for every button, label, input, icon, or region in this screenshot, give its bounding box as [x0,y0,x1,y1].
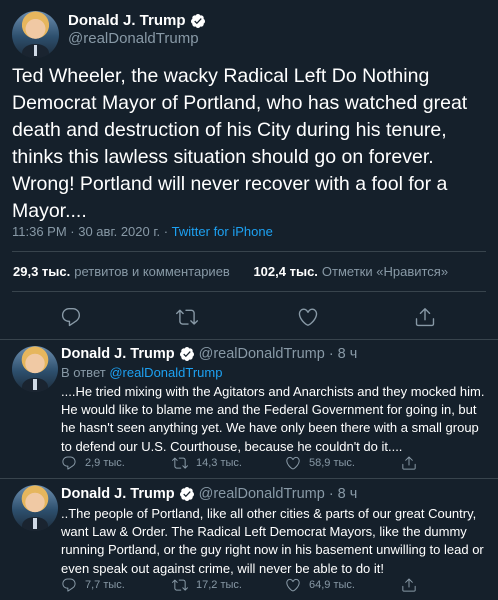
retweet-icon [172,577,188,593]
divider [12,291,486,292]
retweet-count: 14,3 тыс. [196,457,242,469]
share-icon [401,577,417,593]
divider [12,251,486,252]
like-count: 64,9 тыс. [309,579,355,591]
heart-icon[interactable] [297,306,319,328]
avatar[interactable] [12,11,59,58]
likes-count: 102,4 тыс. [253,264,318,279]
reply-to-link[interactable]: @realDonaldTrump [109,365,222,380]
reply-icon [61,455,77,471]
reply-to: В ответ @realDonaldTrump [61,365,222,380]
tweet-timestamp[interactable]: 11:36 PM · 30 авг. 2020 г. · [12,224,172,239]
tweet-action-bar: 7,7 тыс. 17,2 тыс. 64,9 тыс. [61,577,481,595]
heart-icon [285,577,301,593]
tweet-stats: 29,3 тыс. ретвитов и комментариев 102,4 т… [13,264,448,279]
avatar[interactable] [12,485,58,531]
retweet-icon [172,455,188,471]
likes-label: Отметки «Нравится» [321,264,449,279]
author-name[interactable]: Donald J. Trump [68,12,186,29]
share-button[interactable] [401,577,425,593]
author-handle-time[interactable]: @realDonaldTrump · 8 ч [199,486,358,502]
share-icon [401,455,417,471]
tweet-meta: 11:36 PM · 30 авг. 2020 г. · Twitter for… [12,224,273,239]
like-button[interactable]: 64,9 тыс. [285,577,355,593]
reply-count: 7,7 тыс. [85,579,125,591]
retweet-count: 17,2 тыс. [196,579,242,591]
share-button[interactable] [401,455,425,471]
retweet-button[interactable]: 17,2 тыс. [172,577,242,593]
tweet-source-link[interactable]: Twitter for iPhone [172,224,273,239]
author-handle[interactable]: @realDonaldTrump [68,30,199,47]
tweet-text: ..The people of Portland, like all other… [61,506,484,576]
author-row: Donald J. Trump @realDonaldTrump · 8 ч [61,346,357,362]
tweet-action-bar: 2,9 тыс. 14,3 тыс. 58,9 тыс. [61,455,481,473]
reply-count: 2,9 тыс. [85,457,125,469]
share-icon[interactable] [414,306,436,328]
author-handle-row: @realDonaldTrump [68,30,199,47]
reply-tweet[interactable]: Donald J. Trump @realDonaldTrump · 8 ч .… [0,479,498,600]
reply-icon [61,577,77,593]
reply-button[interactable]: 7,7 тыс. [61,577,125,593]
verified-badge-icon [190,13,206,29]
author-name[interactable]: Donald J. Trump [61,346,175,362]
tweet-text: ....He tried mixing with the Agitators a… [61,384,485,454]
reply-tweet[interactable]: Donald J. Trump @realDonaldTrump · 8 ч В… [0,340,498,478]
author-row: Donald J. Trump @realDonaldTrump · 8 ч [61,486,357,502]
like-count: 58,9 тыс. [309,457,355,469]
author-row: Donald J. Trump [68,12,206,29]
retweets-count: 29,3 тыс. [13,264,71,279]
retweets-stat[interactable]: 29,3 тыс. ретвитов и комментариев [13,264,230,279]
reply-to-prefix: В ответ [61,365,110,380]
heart-icon [285,455,301,471]
author-name[interactable]: Donald J. Trump [61,486,175,502]
tweet-text: Ted Wheeler, the wacky Radical Left Do N… [12,65,468,222]
like-button[interactable]: 58,9 тыс. [285,455,355,471]
retweet-icon[interactable] [176,306,198,328]
retweets-label: ретвитов и комментариев [74,264,230,279]
avatar[interactable] [12,346,58,392]
author-handle-time[interactable]: @realDonaldTrump · 8 ч [199,346,358,362]
tweet-action-bar [0,302,498,332]
retweet-button[interactable]: 14,3 тыс. [172,455,242,471]
verified-badge-icon [179,346,195,362]
reply-icon[interactable] [60,306,82,328]
verified-badge-icon [179,486,195,502]
reply-button[interactable]: 2,9 тыс. [61,455,125,471]
likes-stat[interactable]: 102,4 тыс. Отметки «Нравится» [253,264,448,279]
